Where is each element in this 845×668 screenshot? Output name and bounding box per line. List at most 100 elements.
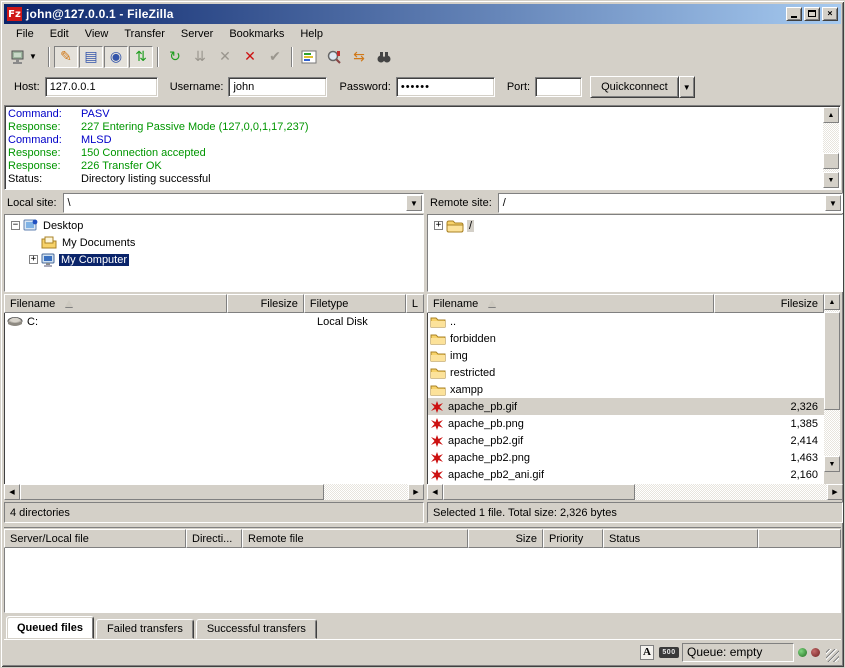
queue-status-box: Queue: empty — [682, 643, 794, 662]
username-input[interactable]: john — [228, 77, 327, 97]
table-row[interactable]: C: Local Disk — [5, 313, 424, 330]
reconnect-button[interactable]: ✔ — [263, 46, 287, 68]
column-server-local-file[interactable]: Server/Local file — [4, 529, 186, 548]
scroll-right-icon[interactable]: ▶ — [827, 484, 843, 500]
file-name: xampp — [450, 384, 483, 396]
log-line: Response:150 Connection accepted — [5, 147, 840, 160]
find-button[interactable] — [372, 46, 396, 68]
column-filename[interactable]: Filename — [4, 294, 227, 313]
scroll-down-icon[interactable]: ▼ — [823, 172, 839, 188]
table-row[interactable]: apache_pb.png 1,385 — [428, 415, 824, 432]
table-row[interactable]: restricted — [428, 364, 824, 381]
menu-bookmarks[interactable]: Bookmarks — [221, 26, 292, 42]
refresh-button[interactable]: ↻ — [163, 46, 187, 68]
scrollbar-thumb[interactable] — [824, 312, 840, 410]
resize-grip[interactable] — [826, 649, 839, 662]
expand-icon[interactable]: + — [434, 221, 443, 230]
column-filesize[interactable]: Filesize — [227, 294, 304, 313]
table-row[interactable]: apache_pb2.gif 2,414 — [428, 432, 824, 449]
tree-item-my-documents[interactable]: My Documents — [5, 234, 423, 251]
column-label: Server/Local file — [10, 533, 89, 545]
column-remote-file[interactable]: Remote file — [242, 529, 468, 548]
tree-item-desktop[interactable]: − Desktop — [5, 217, 423, 234]
tab-queued-files[interactable]: Queued files — [6, 616, 94, 639]
menu-help[interactable]: Help — [292, 26, 331, 42]
remote-status-bar: Selected 1 file. Total size: 2,326 bytes — [427, 502, 843, 523]
table-row[interactable]: apache_pb2_ani.gif 2,160 — [428, 466, 824, 483]
column-direction[interactable]: Directi... — [186, 529, 242, 548]
filter-button[interactable] — [297, 46, 321, 68]
column-filesize[interactable]: Filesize — [714, 294, 824, 313]
column-size[interactable]: Size — [468, 529, 543, 548]
remote-vertical-scrollbar[interactable]: ▲ ▼ — [824, 294, 840, 484]
column-filetype[interactable]: Filetype — [304, 294, 406, 313]
password-input[interactable]: •••••• — [396, 77, 495, 97]
tab-successful-transfers[interactable]: Successful transfers — [196, 619, 317, 639]
disconnect-button[interactable]: ✕ — [238, 46, 262, 68]
tab-failed-transfers[interactable]: Failed transfers — [96, 619, 194, 639]
menu-view[interactable]: View — [77, 26, 117, 42]
scroll-left-icon[interactable]: ◀ — [427, 484, 443, 500]
table-row-selected[interactable]: apache_pb.gif 2,326 — [428, 398, 824, 415]
compare-button[interactable] — [322, 46, 346, 68]
table-row[interactable]: xampp — [428, 381, 824, 398]
scroll-down-icon[interactable]: ▼ — [824, 456, 840, 472]
maximize-button[interactable] — [804, 7, 820, 21]
folder-icon — [446, 219, 464, 233]
table-row[interactable]: apache_pb2.png 1,463 — [428, 449, 824, 466]
column-label: Status — [609, 533, 640, 545]
host-input[interactable]: 127.0.0.1 — [45, 77, 158, 97]
scroll-right-icon[interactable]: ▶ — [408, 484, 424, 500]
table-row[interactable]: forbidden — [428, 330, 824, 347]
scroll-up-icon[interactable]: ▲ — [823, 107, 839, 123]
process-queue-button[interactable]: ⇊ — [188, 46, 212, 68]
chevron-down-icon[interactable]: ▼ — [406, 195, 422, 211]
scrollbar-thumb[interactable] — [823, 153, 839, 169]
scroll-up-icon[interactable]: ▲ — [824, 294, 840, 310]
queue-list[interactable] — [4, 548, 841, 613]
speed-limit-icon[interactable]: 500 — [660, 644, 678, 660]
remote-site-combo[interactable]: / ▼ — [498, 193, 843, 213]
scrollbar-thumb[interactable] — [443, 484, 635, 500]
log-vertical-scrollbar[interactable]: ▲ ▼ — [823, 107, 839, 188]
ascii-transfer-type-icon[interactable]: A — [638, 644, 656, 660]
close-button[interactable]: × — [822, 7, 838, 21]
menu-transfer[interactable]: Transfer — [116, 26, 173, 42]
column-priority[interactable]: Priority — [543, 529, 603, 548]
column-status[interactable]: Status — [603, 529, 758, 548]
cancel-button[interactable]: ✕ — [213, 46, 237, 68]
toggle-queue-button[interactable]: ⇅ — [129, 46, 153, 68]
toggle-log-button[interactable]: ✎ — [54, 46, 78, 68]
image-file-icon — [430, 468, 444, 482]
scrollbar-thumb[interactable] — [20, 484, 324, 500]
toggle-local-tree-button[interactable]: ▤ — [79, 46, 103, 68]
sync-browsing-button[interactable]: ⇆ — [347, 46, 371, 68]
quickconnect-button[interactable]: Quickconnect — [590, 76, 679, 98]
sort-ascending-icon — [65, 300, 73, 307]
scroll-left-icon[interactable]: ◀ — [4, 484, 20, 500]
minimize-button[interactable] — [786, 7, 802, 21]
table-row[interactable]: .. — [428, 313, 824, 330]
toggle-remote-tree-button[interactable]: ◉ — [104, 46, 128, 68]
menu-file[interactable]: File — [8, 26, 42, 42]
tree-item-my-computer[interactable]: + My Computer — [5, 251, 423, 268]
collapse-icon[interactable]: − — [11, 221, 20, 230]
table-row[interactable]: img — [428, 347, 824, 364]
local-site-combo[interactable]: \ ▼ — [63, 193, 424, 213]
column-last-modified[interactable]: L — [406, 294, 424, 313]
site-manager-icon — [10, 49, 26, 65]
titlebar[interactable]: Fz john@127.0.0.1 - FileZilla × — [4, 4, 841, 24]
local-horizontal-scrollbar[interactable]: ◀ ▶ — [4, 484, 424, 500]
chevron-down-icon[interactable]: ▼ — [825, 195, 841, 211]
expand-icon[interactable]: + — [29, 255, 38, 264]
menu-edit[interactable]: Edit — [42, 26, 77, 42]
menu-server[interactable]: Server — [173, 26, 221, 42]
remote-horizontal-scrollbar[interactable]: ◀ ▶ — [427, 484, 843, 500]
tree-item-root[interactable]: + / — [428, 217, 842, 234]
quickconnect-dropdown-button[interactable]: ▼ — [679, 76, 695, 98]
column-filename[interactable]: Filename — [427, 294, 714, 313]
quickconnect-button-label: Quickconnect — [601, 81, 668, 93]
site-manager-button[interactable]: ▼ — [8, 46, 44, 68]
file-name: C: — [27, 316, 38, 328]
port-input[interactable] — [535, 77, 582, 97]
